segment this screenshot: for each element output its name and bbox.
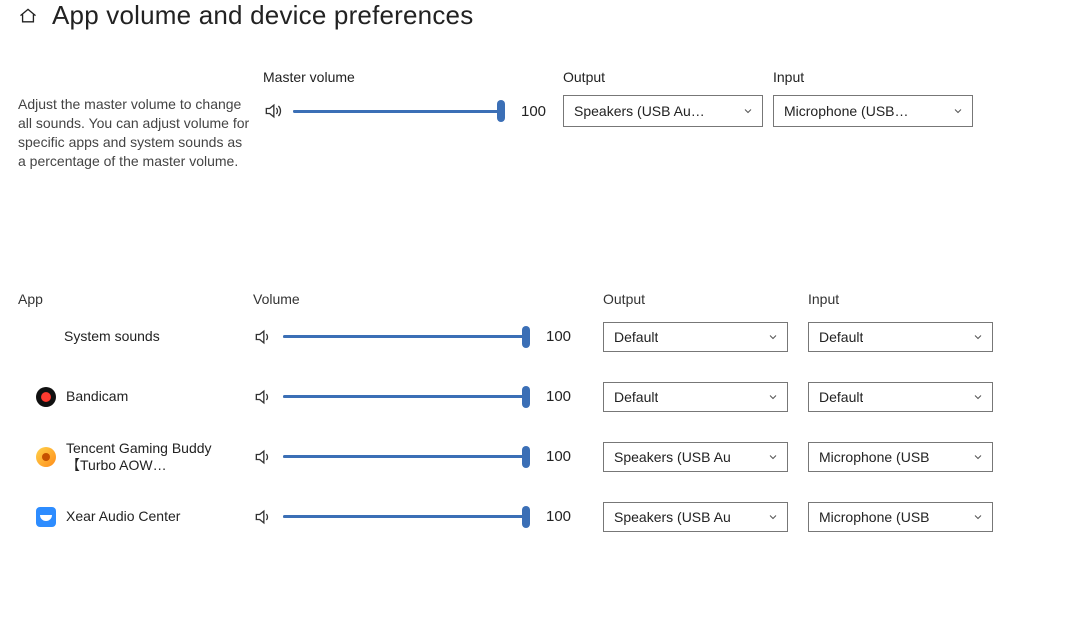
app-icon-tencent	[36, 447, 56, 467]
app-row: Tencent Gaming Buddy【Turbo AOW… 100 Speake…	[18, 427, 1056, 487]
app-volume-slider[interactable]: 100	[253, 447, 583, 467]
master-volume-value: 100	[521, 103, 553, 120]
app-input-dropdown[interactable]: Default	[808, 322, 993, 352]
app-icon-xear	[36, 507, 56, 527]
app-name: Xear Audio Center	[66, 508, 180, 525]
app-volume-value: 100	[546, 388, 578, 405]
app-input-dropdown[interactable]: Microphone (USB	[808, 442, 993, 472]
app-volume-value: 100	[546, 328, 578, 345]
app-output-dropdown[interactable]: Speakers (USB Au	[603, 502, 788, 532]
chevron-down-icon	[952, 105, 964, 117]
master-description: Adjust the master volume to change all s…	[18, 95, 253, 171]
app-output-dropdown[interactable]: Default	[603, 382, 788, 412]
speaker-icon	[253, 507, 273, 527]
chevron-down-icon	[972, 511, 984, 523]
app-name: Tencent Gaming Buddy【Turbo AOW…	[66, 440, 233, 474]
app-volume-value: 100	[546, 508, 578, 525]
app-volume-slider[interactable]: 100	[253, 387, 583, 407]
chevron-down-icon	[767, 451, 779, 463]
master-volume-slider[interactable]: 100	[263, 95, 553, 127]
app-name: Bandicam	[66, 388, 128, 405]
chevron-down-icon	[972, 331, 984, 343]
chevron-down-icon	[972, 391, 984, 403]
master-output-dropdown[interactable]: Speakers (USB Au…	[563, 95, 763, 127]
master-output-label: Output	[563, 69, 763, 85]
app-row: Xear Audio Center 100 Speakers (USB Au Micr…	[18, 487, 1056, 547]
app-icon-bandicam	[36, 387, 56, 407]
app-volume-value: 100	[546, 448, 578, 465]
speaker-icon	[253, 447, 273, 467]
app-volume-slider[interactable]: 100	[253, 327, 583, 347]
app-output-dropdown[interactable]: Speakers (USB Au	[603, 442, 788, 472]
chevron-down-icon	[767, 331, 779, 343]
speaker-icon	[263, 101, 283, 121]
apps-header-app: App	[18, 291, 233, 307]
chevron-down-icon	[972, 451, 984, 463]
app-output-dropdown[interactable]: Default	[603, 322, 788, 352]
chevron-down-icon	[767, 391, 779, 403]
page-title: App volume and device preferences	[52, 0, 473, 31]
app-row: Bandicam 100 Default Default	[18, 367, 1056, 427]
chevron-down-icon	[767, 511, 779, 523]
app-volume-slider[interactable]: 100	[253, 507, 583, 527]
master-input-dropdown[interactable]: Microphone (USB…	[773, 95, 973, 127]
speaker-icon	[253, 387, 273, 407]
chevron-down-icon	[742, 105, 754, 117]
app-name: System sounds	[64, 328, 160, 345]
app-input-dropdown[interactable]: Default	[808, 382, 993, 412]
apps-header-input: Input	[808, 291, 993, 307]
app-row: System sounds 100 Default Default	[18, 307, 1056, 367]
master-input-label: Input	[773, 69, 973, 85]
home-icon[interactable]	[18, 6, 38, 26]
app-input-dropdown[interactable]: Microphone (USB	[808, 502, 993, 532]
master-volume-label: Master volume	[263, 69, 553, 85]
apps-header-output: Output	[603, 291, 788, 307]
apps-header-volume: Volume	[253, 291, 583, 307]
speaker-icon	[253, 327, 273, 347]
